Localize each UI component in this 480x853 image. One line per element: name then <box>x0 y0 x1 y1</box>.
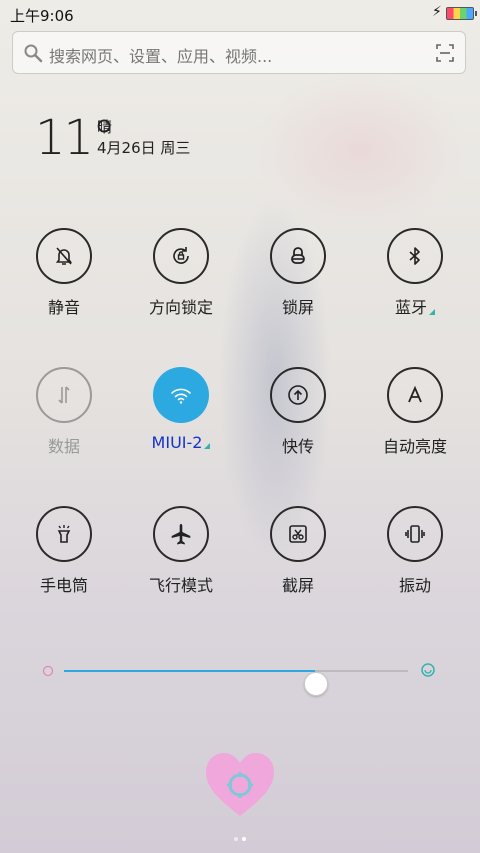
page-dot-active <box>242 837 246 841</box>
toggle-label: 截屏 <box>281 576 314 595</box>
expand-corner-icon <box>429 309 435 315</box>
toggle-label: 蓝牙 <box>365 294 465 318</box>
toggle-label: 方向锁定 <box>148 298 213 317</box>
toggle-label: 飞行模式 <box>148 576 213 595</box>
page-dot <box>234 837 238 841</box>
vibrate-icon <box>387 506 443 562</box>
toggle-auto-brightness[interactable]: 自动亮度 <box>365 367 465 457</box>
charging-icon: ⚡ <box>432 4 442 20</box>
airplane-icon <box>153 506 209 562</box>
toggle-label: 数据 <box>47 437 80 456</box>
brightness-thumb[interactable] <box>304 672 329 696</box>
search-placeholder: 搜索网页、设置、应用、视频... <box>49 47 273 66</box>
brightness-slider[interactable] <box>40 658 440 696</box>
toggle-mobile-data[interactable]: 数据 <box>14 367 114 457</box>
lock-icon <box>270 228 326 284</box>
weather-date: 4月26日 周三 <box>97 139 191 157</box>
brightness-fill <box>64 670 316 672</box>
toggle-rotation-lock[interactable]: 方向锁定 <box>131 228 231 318</box>
mobile-data-icon <box>36 367 92 423</box>
toggle-label: 锁屏 <box>281 298 314 317</box>
toggle-mute[interactable]: 静音 <box>14 228 114 318</box>
page-indicator <box>232 826 248 845</box>
toggle-label: 手电筒 <box>39 576 88 595</box>
toggle-screenshot[interactable]: 截屏 <box>248 506 348 596</box>
flashlight-icon <box>36 506 92 562</box>
toggle-vibrate[interactable]: 振动 <box>365 506 465 596</box>
rotation-lock-icon <box>153 228 209 284</box>
status-bar: 上午9:06 ⚡ <box>0 0 480 28</box>
brightness-low-icon <box>43 666 53 676</box>
toggle-label: 自动亮度 <box>382 437 447 456</box>
screenshot-icon <box>270 506 326 562</box>
bluetooth-icon <box>387 228 443 284</box>
theme-heart-icon[interactable] <box>203 750 277 820</box>
toggle-airplane[interactable]: 飞行模式 <box>131 506 231 596</box>
auto-brightness-icon <box>387 367 443 423</box>
toggle-wifi[interactable]: MIUI-2 <box>131 367 231 452</box>
expand-corner-icon <box>204 443 211 449</box>
battery-icon <box>446 7 477 20</box>
weather-condition: 晴 <box>97 118 113 136</box>
status-time: 上午9:06 <box>10 7 74 25</box>
scan-icon[interactable] <box>435 43 455 63</box>
toggle-label: 静音 <box>47 298 80 317</box>
share-upload-icon <box>270 367 326 423</box>
brightness-track[interactable] <box>64 670 408 696</box>
toggle-label: 快传 <box>281 437 314 456</box>
wifi-icon <box>153 367 209 423</box>
toggle-flashlight[interactable]: 手电筒 <box>14 506 114 596</box>
search-bar[interactable]: 搜索网页、设置、应用、视频... <box>12 31 466 74</box>
search-icon <box>24 44 43 63</box>
bell-off-icon <box>36 228 92 284</box>
toggle-bluetooth[interactable]: 蓝牙 <box>365 228 465 318</box>
brightness-high-icon <box>421 663 435 677</box>
toggle-quick-share[interactable]: 快传 <box>248 367 348 457</box>
toggle-lock-screen[interactable]: 锁屏 <box>248 228 348 318</box>
toggle-label: 振动 <box>398 576 431 595</box>
toggle-label: MIUI-2 <box>131 433 231 452</box>
